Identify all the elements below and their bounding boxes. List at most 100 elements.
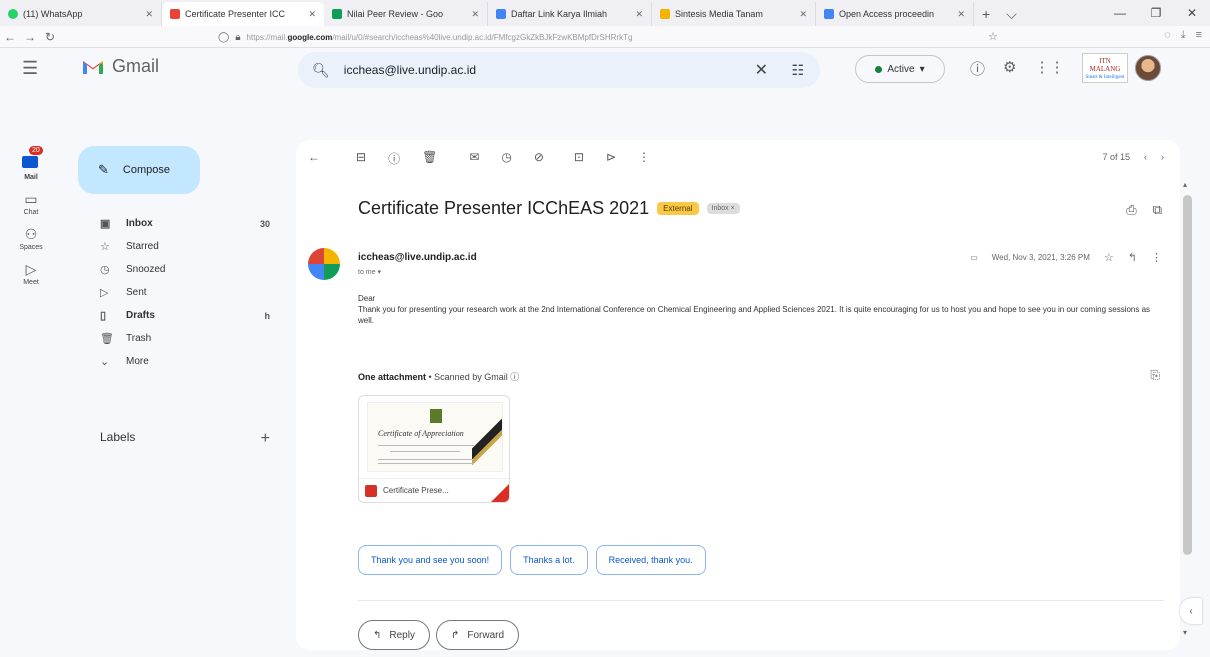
search-input[interactable]: iccheas@live.undip.ac.id xyxy=(344,63,476,77)
download-icon[interactable]: ⤓ xyxy=(1181,29,1186,42)
sidebar-item-trash[interactable]: 🗑︎ Trash xyxy=(100,327,270,350)
rail-item-chat[interactable]: ▭ Chat xyxy=(0,191,62,216)
smart-reply-button[interactable]: Received, thank you. xyxy=(595,545,706,575)
newer-icon[interactable]: ‹ xyxy=(1144,152,1147,162)
mark-unread-icon[interactable]: ✉ xyxy=(469,150,479,167)
sidebar-item-drafts[interactable]: ▯ Drafts h xyxy=(100,304,270,327)
rail-item-mail[interactable]: 20 Mail xyxy=(0,146,62,181)
label-icon[interactable]: ⊳ xyxy=(606,150,616,167)
sender-avatar[interactable] xyxy=(308,248,340,280)
add-label-icon[interactable]: + xyxy=(261,430,270,448)
back-arrow-icon[interactable]: ← xyxy=(308,150,320,167)
browser-tab[interactable]: (11) WhatsApp ✕ xyxy=(0,2,162,26)
browser-tab[interactable]: Nilai Peer Review - Goo ✕ xyxy=(324,2,488,26)
smart-reply-button[interactable]: Thank you and see you soon! xyxy=(358,545,503,575)
sidebar-item-snoozed[interactable]: ◷ Snoozed xyxy=(100,258,270,281)
star-icon[interactable]: ☆ xyxy=(1104,251,1114,264)
settings-icon[interactable]: ⚙ xyxy=(1003,58,1016,79)
labels-header: Labels + xyxy=(100,430,270,448)
navigation-bar: ← → ↻ ◯ 🔒︎ https://mail. google.com/mail/… xyxy=(0,26,1210,48)
older-icon[interactable]: › xyxy=(1161,152,1164,162)
organization-logo[interactable]: ITN MALANG Smart & Intelligent xyxy=(1082,53,1128,83)
side-panel-toggle[interactable]: ‹ xyxy=(1180,598,1202,624)
menu-icon[interactable]: ≡ xyxy=(1196,29,1202,42)
more-options-icon[interactable]: ⋮ xyxy=(638,150,650,167)
smart-replies: Thank you and see you soon! Thanks a lot… xyxy=(358,545,706,575)
scroll-up-icon[interactable]: ▴ xyxy=(1183,180,1187,189)
draft-icon: ▯ xyxy=(100,310,107,322)
close-icon[interactable]: ✕ xyxy=(951,9,965,20)
search-icon[interactable]: 🔍︎ xyxy=(312,62,330,79)
browser-tab[interactable]: Sintesis Media Tanam ✕ xyxy=(652,2,816,26)
gmail-m-icon xyxy=(83,61,103,74)
status-dropdown[interactable]: Active ▾ xyxy=(855,55,945,83)
back-icon[interactable]: ← xyxy=(0,30,20,44)
certificate-preview: Certificate of Appreciation xyxy=(367,402,503,473)
close-icon[interactable]: ✕ xyxy=(139,9,153,20)
search-bar[interactable]: 🔍︎ iccheas@live.undip.ac.id ✕ ☷ xyxy=(298,52,820,88)
reply-button[interactable]: ↰ Reply xyxy=(358,620,430,650)
scroll-down-icon[interactable]: ▾ xyxy=(1183,628,1187,637)
more-options-icon[interactable]: ⋮ xyxy=(1151,251,1162,264)
scrollbar[interactable] xyxy=(1183,195,1192,555)
close-icon[interactable]: ✕ xyxy=(629,9,643,20)
document-icon xyxy=(824,9,834,19)
account-avatar[interactable] xyxy=(1135,55,1161,81)
search-options-icon[interactable]: ☷ xyxy=(791,62,804,79)
sidebar-item-starred[interactable]: ☆ Starred xyxy=(100,235,270,258)
bookmark-star-icon[interactable]: ☆ xyxy=(988,30,998,43)
chevron-down-icon: ▾ xyxy=(919,63,925,75)
move-to-icon[interactable]: ⊡ xyxy=(574,150,584,167)
send-icon: ▷ xyxy=(100,287,109,299)
smart-reply-button[interactable]: Thanks a lot. xyxy=(510,545,588,575)
report-spam-icon[interactable]: ⓘ xyxy=(388,150,400,167)
minimize-icon[interactable]: — xyxy=(1102,6,1138,20)
folder-list: ▣ Inbox 30 ☆ Starred ◷ Snoozed ▷ Sent ▯ … xyxy=(100,212,270,373)
forward-icon[interactable]: → xyxy=(20,30,40,44)
shield-icon: ◯ xyxy=(218,31,230,43)
rail-item-meet[interactable]: ▷ Meet xyxy=(0,261,62,286)
sender-address[interactable]: iccheas@live.undip.ac.id xyxy=(358,252,477,263)
reload-icon[interactable]: ↻ xyxy=(40,30,60,44)
tab-list-icon[interactable]: ⌵ xyxy=(998,2,1025,26)
new-tab-button[interactable]: + xyxy=(974,2,998,26)
archive-icon[interactable]: ⊟ xyxy=(356,150,366,167)
maximize-icon[interactable]: ❐ xyxy=(1138,6,1174,20)
browser-window: (11) WhatsApp ✕ Certificate Presenter IC… xyxy=(0,0,1210,657)
print-icon[interactable]: ⎙ xyxy=(1126,202,1136,218)
snooze-icon[interactable]: ◷ xyxy=(501,150,511,167)
reply-icon[interactable]: ↰ xyxy=(1128,251,1137,264)
apps-icon[interactable]: ⋮⋮ xyxy=(1034,58,1064,79)
unread-badge: 20 xyxy=(29,146,43,155)
main-menu-icon[interactable]: ☰ xyxy=(22,58,38,79)
pdf-icon xyxy=(365,484,377,497)
close-icon[interactable]: ✕ xyxy=(465,9,479,20)
pocket-icon[interactable]: ◌ xyxy=(1164,29,1171,42)
browser-tab[interactable]: Daftar Link Karya Ilmiah ✕ xyxy=(488,2,652,26)
trash-icon: 🗑︎ xyxy=(100,333,114,345)
delete-icon[interactable]: 🗑︎ xyxy=(422,150,437,167)
sidebar-item-sent[interactable]: ▷ Sent xyxy=(100,281,270,304)
browser-tab[interactable]: Open Access proceedin ✕ xyxy=(816,2,974,26)
sidebar-item-more[interactable]: ⌄ More xyxy=(100,350,270,373)
clear-search-icon[interactable]: ✕ xyxy=(755,60,768,80)
close-icon[interactable]: ✕ xyxy=(302,9,316,20)
browser-tab-active[interactable]: Certificate Presenter ICC ✕ xyxy=(162,2,324,26)
help-icon[interactable]: ⓘ xyxy=(970,58,985,79)
compose-button[interactable]: ✎ Compose xyxy=(78,146,200,194)
attachment-card[interactable]: Certificate of Appreciation Certificate … xyxy=(358,395,510,503)
forward-button[interactable]: ↱ Forward xyxy=(435,620,520,650)
close-window-icon[interactable]: ✕ xyxy=(1174,6,1210,20)
open-new-window-icon[interactable]: ⧉ xyxy=(1153,202,1162,218)
gmail-logo[interactable]: Gmail xyxy=(82,56,159,77)
add-to-drive-icon[interactable]: ⎘ xyxy=(1150,368,1160,383)
recipient-details[interactable]: to me ▾ xyxy=(358,268,381,276)
mail-icon: 20 xyxy=(20,146,43,172)
inbox-icon: ▣ xyxy=(100,218,111,230)
sidebar-item-inbox[interactable]: ▣ Inbox 30 xyxy=(100,212,270,235)
rail-item-spaces[interactable]: ⚇ Spaces xyxy=(0,226,62,251)
add-task-icon[interactable]: ⊘ xyxy=(534,150,544,167)
inbox-label-chip[interactable]: Inbox × xyxy=(706,203,740,214)
close-icon[interactable]: ✕ xyxy=(793,9,807,20)
address-bar[interactable]: ◯ 🔒︎ https://mail. google.com/mail/u/0/#s… xyxy=(218,29,948,45)
